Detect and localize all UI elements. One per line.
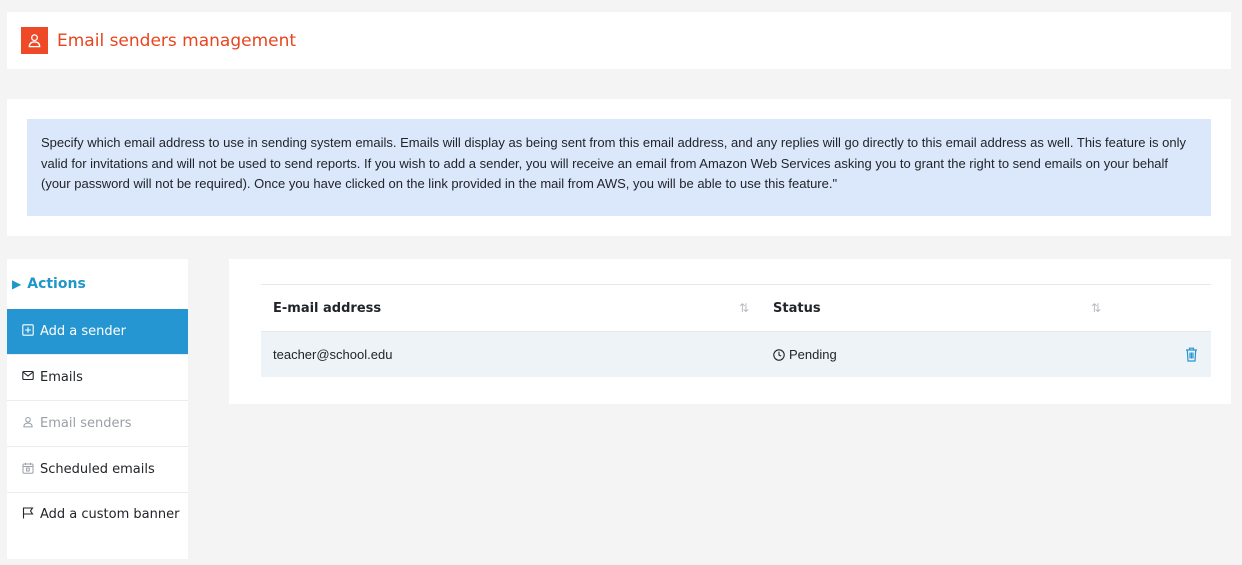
actions-title: Actions [27, 276, 86, 292]
clock-icon [773, 348, 785, 361]
info-message: Specify which email address to use in se… [27, 119, 1211, 216]
actions-header[interactable]: ▶ Actions [7, 259, 188, 309]
add-sender-button[interactable]: Add a sender [7, 309, 188, 355]
column-email[interactable]: E-mail address ⇅ [261, 301, 761, 316]
plus-square-icon [22, 324, 35, 336]
triangle-right-icon: ▶ [12, 277, 22, 291]
actions-panel: ▶ Actions Add a sender Emails Email send… [7, 259, 188, 559]
flag-icon [22, 507, 35, 519]
column-status[interactable]: Status ⇅ [761, 301, 1111, 316]
senders-table-card: E-mail address ⇅ Status ⇅ teacher@school… [229, 259, 1231, 404]
add-custom-banner-link[interactable]: Add a custom banner [7, 493, 188, 559]
status-value: Pending [789, 347, 837, 362]
column-status-label: Status [773, 300, 821, 316]
page-title: Email senders management [57, 30, 297, 51]
scheduled-emails-link[interactable]: Scheduled emails [7, 447, 188, 493]
action-label: Scheduled emails [40, 462, 155, 477]
calendar-icon [22, 462, 35, 474]
user-icon [22, 416, 35, 428]
action-label: Emails [40, 370, 83, 385]
sort-icon[interactable]: ⇅ [739, 301, 749, 316]
info-card: Specify which email address to use in se… [7, 99, 1231, 236]
mail-icon [22, 370, 35, 381]
column-email-label: E-mail address [273, 300, 382, 316]
email-senders-link: Email senders [7, 401, 188, 447]
user-icon [21, 27, 48, 54]
page-header: Email senders management [7, 12, 1231, 69]
table-header: E-mail address ⇅ Status ⇅ [261, 284, 1211, 332]
action-label: Add a custom banner [40, 507, 180, 522]
action-label: Email senders [40, 416, 132, 431]
emails-link[interactable]: Emails [7, 355, 188, 401]
email-value: teacher@school.edu [273, 347, 393, 362]
sort-icon[interactable]: ⇅ [1091, 301, 1101, 316]
email-cell: teacher@school.edu [261, 347, 761, 362]
action-label: Add a sender [40, 324, 127, 339]
table-row: teacher@school.edu Pending [261, 332, 1211, 377]
status-cell: Pending [761, 347, 1111, 362]
delete-icon[interactable] [1185, 347, 1198, 362]
